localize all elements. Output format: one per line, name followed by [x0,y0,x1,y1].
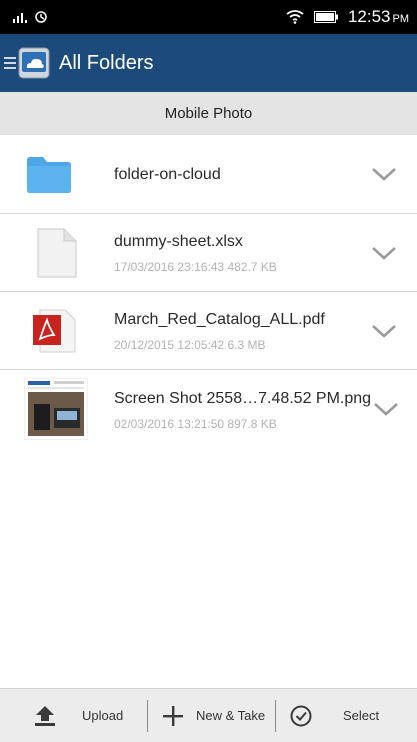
plus-icon [163,705,183,726]
image-thumbnail [24,378,88,440]
chevron-down-icon[interactable] [373,402,399,416]
status-bar: 12:53 PM [0,0,417,34]
list-item[interactable]: dummy-sheet.xlsx 17/03/2016 23:16:43 482… [0,214,417,292]
chevron-down-icon[interactable] [371,246,397,260]
select-button[interactable]: Select [276,689,416,742]
section-title: Mobile Photo [164,105,253,122]
file-meta: 02/03/2016 13:21:50 897.8 KB [114,417,277,431]
file-list: folder-on-cloud dummy-sheet.xlsx 17/03/2… [0,135,417,448]
file-name: Screen Shot 2558…7.48.52 PM.png [114,390,372,407]
chevron-down-icon[interactable] [371,324,397,338]
select-label: Select [343,708,380,723]
status-right: 12:53 PM [286,7,409,27]
status-ampm: PM [392,13,410,25]
list-item[interactable]: Screen Shot 2558…7.48.52 PM.png 02/03/20… [0,370,417,448]
file-meta: 17/03/2016 23:16:43 482.7 KB [114,260,277,274]
status-time-value: 12:53 [347,7,391,26]
file-name: dummy-sheet.xlsx [114,233,243,250]
file-meta: 20/12/2015 12:05:42 6.3 MB [114,338,266,352]
hamburger-menu-icon[interactable] [4,55,16,71]
wifi-icon [286,10,304,24]
upload-button[interactable]: Upload [0,689,147,742]
list-item[interactable]: folder-on-cloud [0,135,417,214]
sync-icon [35,11,47,23]
upload-label: Upload [82,708,124,723]
page-title: All Folders [59,51,154,74]
file-name: folder-on-cloud [114,166,221,183]
document-icon [37,228,77,277]
bottom-action-bar: Upload New & Take Select [0,688,417,742]
cloud-logo-icon[interactable] [18,47,50,79]
status-left [12,10,48,24]
pdf-icon [33,309,76,352]
new-take-label: New & Take [196,708,266,723]
new-take-button[interactable]: New & Take [148,689,275,742]
app-bar: All Folders [0,34,417,92]
check-circle-icon [290,705,312,726]
file-name: March_Red_Catalog_ALL.pdf [114,311,325,328]
chevron-down-icon[interactable] [371,167,397,181]
upload-icon [35,705,55,726]
signal-bars-icon [13,13,27,23]
status-time: 12:53 PM [348,7,409,27]
list-item[interactable]: March_Red_Catalog_ALL.pdf 20/12/2015 12:… [0,292,417,370]
battery-icon [313,11,338,23]
folder-icon [27,157,71,193]
section-header: Mobile Photo [0,92,417,135]
